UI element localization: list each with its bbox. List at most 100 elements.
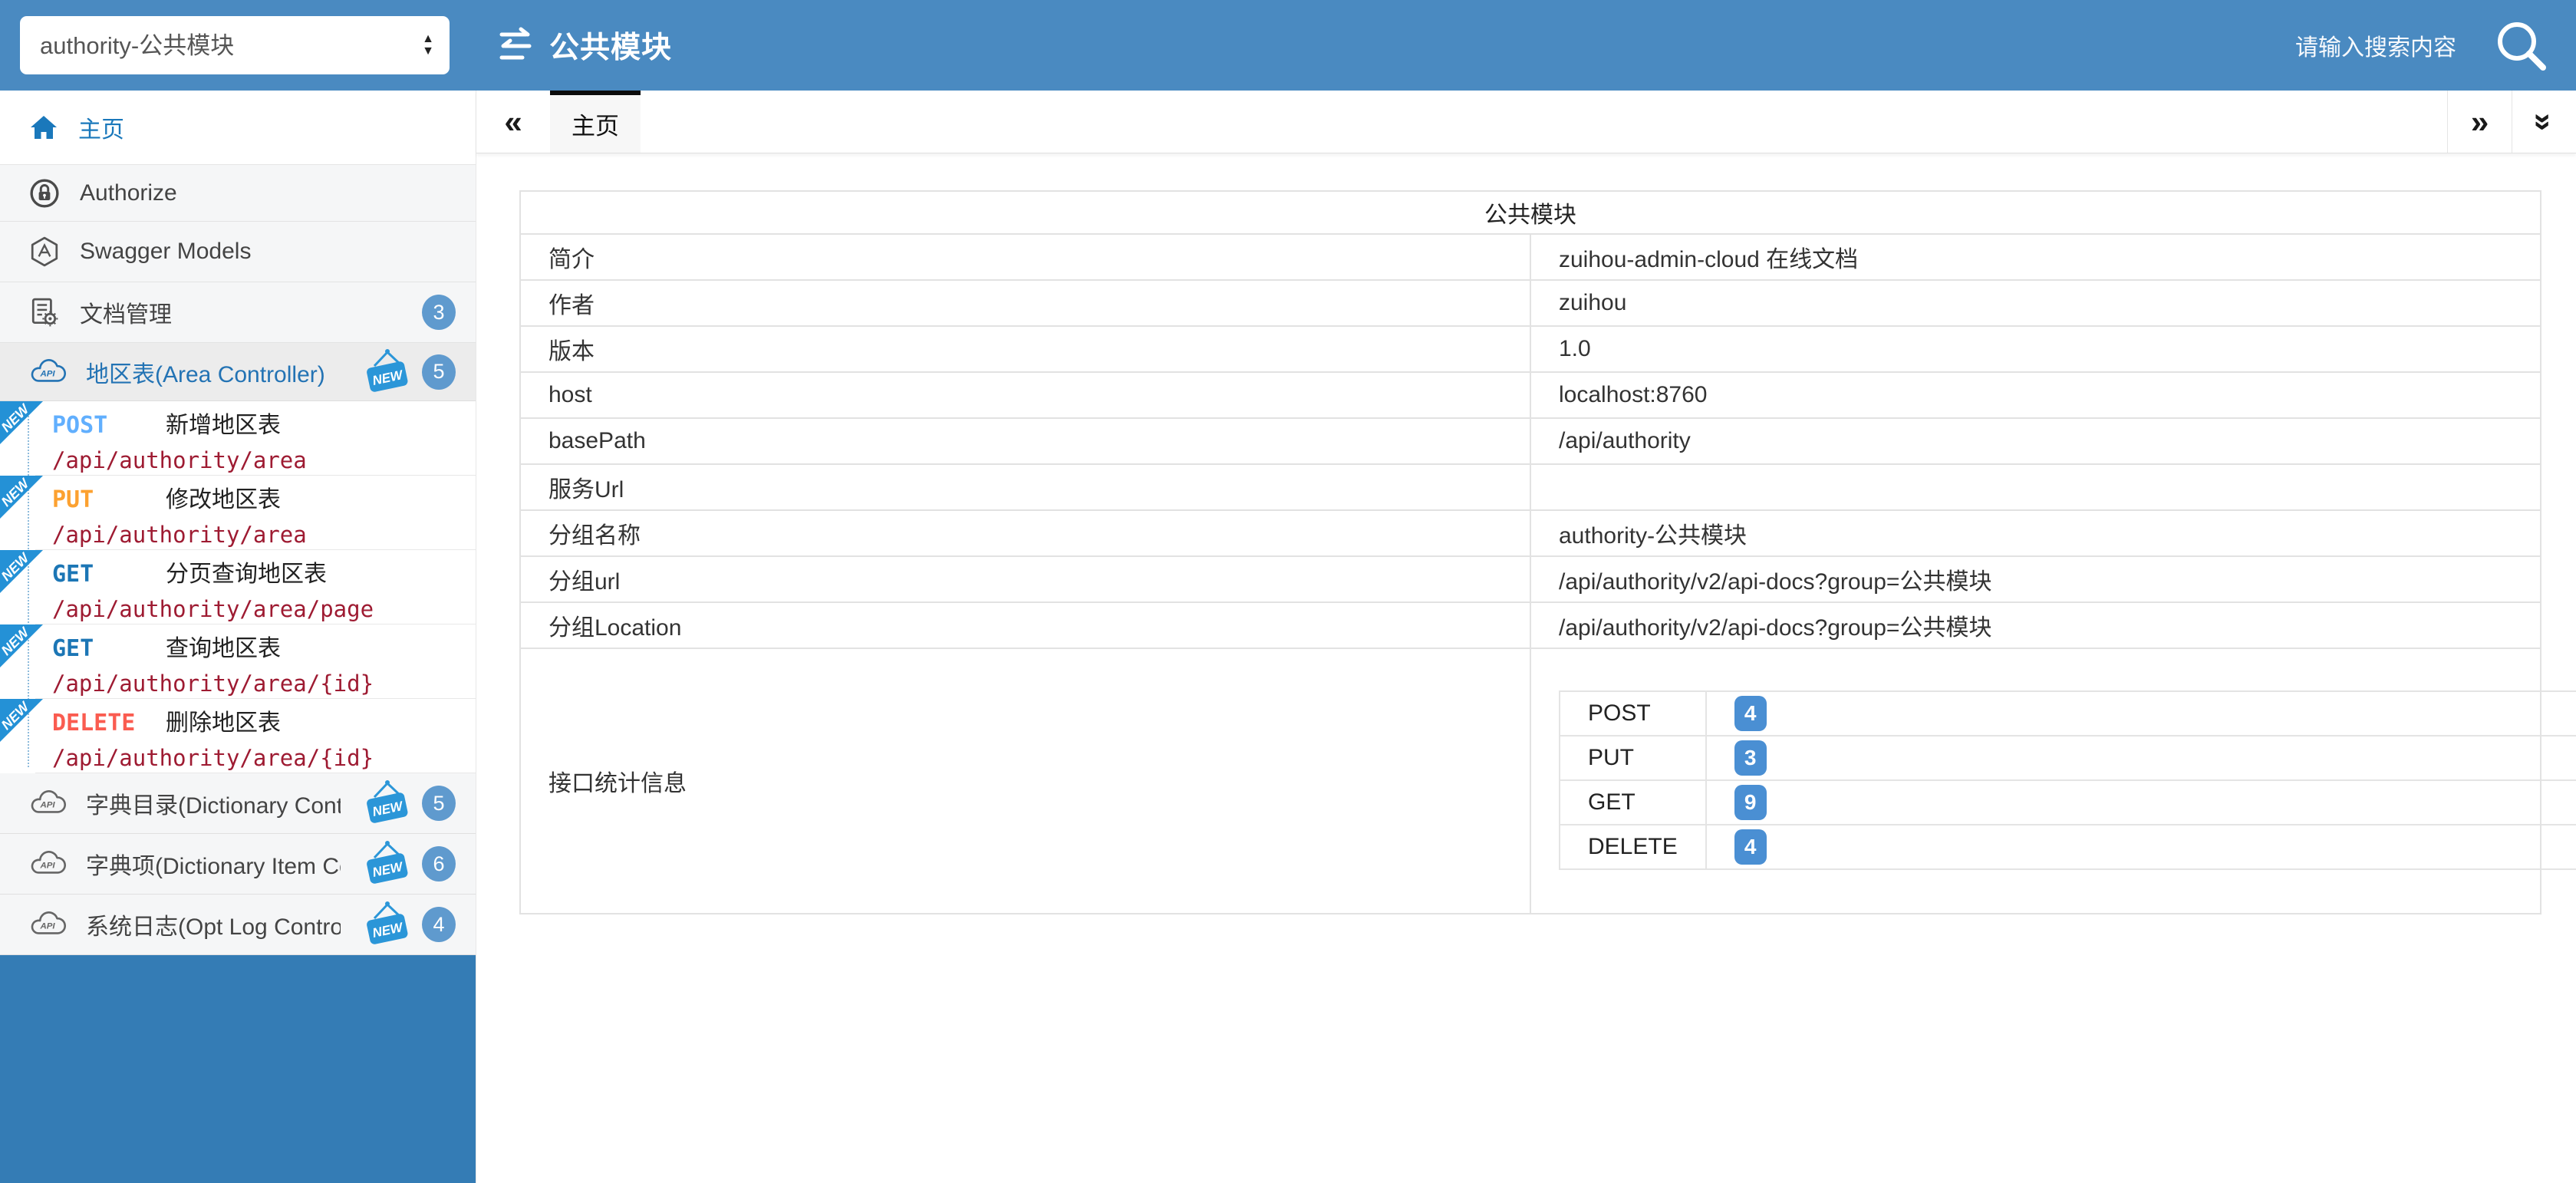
api-cloud-icon: API — [29, 358, 66, 386]
api-path: /api/authority/area/{id} — [52, 745, 468, 771]
group-select-wrap[interactable]: authority-公共模块 ▲▼ — [20, 16, 450, 74]
api-item-add-area[interactable]: NEW POST 新增地区表 /api/authority/area — [0, 401, 476, 476]
row-label: 分组名称 — [520, 510, 1530, 556]
stats-table-row: DELETE 4 — [1560, 825, 2576, 869]
sidebar-item-doc-manage[interactable]: 文档管理 3 — [0, 282, 476, 343]
row-value: zuihou — [1530, 280, 2541, 326]
stat-method: DELETE — [1560, 825, 1706, 869]
content-area: 公共模块 简介 zuihou-admin-cloud 在线文档 作者 zuiho… — [476, 153, 2576, 1183]
stat-count-badge: 4 — [1734, 829, 1767, 865]
new-ribbon: NEW — [0, 550, 43, 593]
svg-text:API: API — [39, 801, 55, 810]
sidebar-item-home[interactable]: 主页 — [0, 91, 476, 165]
api-item-page-area[interactable]: NEW GET 分页查询地区表 /api/authority/area/page — [0, 550, 476, 624]
search-icon[interactable] — [2492, 16, 2550, 74]
stat-count-badge: 9 — [1734, 785, 1767, 820]
sidebar-controller-opt-log[interactable]: API 系统日志(Opt Log Controller) NEW 4 — [0, 895, 476, 955]
api-method: DELETE — [52, 709, 160, 738]
row-label: basePath — [520, 418, 1530, 464]
tab-home[interactable]: 主页 — [550, 91, 641, 153]
row-value: /api/authority — [1530, 418, 2541, 464]
api-name: 查询地区表 — [166, 634, 281, 664]
home-icon — [29, 114, 58, 141]
controller-label: 地区表(Area Controller) — [86, 355, 325, 389]
api-name: 新增地区表 — [166, 411, 281, 440]
new-ribbon: NEW — [0, 699, 43, 742]
new-ribbon: NEW — [0, 476, 43, 519]
api-item-delete-area[interactable]: NEW DELETE 删除地区表 /api/authority/area/{id… — [0, 699, 476, 773]
api-cloud-icon: API — [29, 911, 66, 938]
api-name: 分页查询地区表 — [166, 560, 327, 589]
new-ribbon: NEW — [0, 624, 43, 667]
stats-table-row: PUT 3 — [1560, 736, 2576, 780]
new-sign-icon: NEW — [361, 348, 414, 396]
stat-method: PUT — [1560, 736, 1706, 780]
sidebar-filler — [0, 955, 476, 1183]
brand: 公共模块 — [497, 24, 672, 67]
table-row: 分组Location /api/authority/v2/api-docs?gr… — [520, 602, 2541, 648]
sidebar-item-label: 主页 — [78, 110, 124, 144]
tab-scroll-right-button[interactable]: » — [2447, 91, 2512, 153]
row-label: 简介 — [520, 234, 1530, 280]
table-row: host localhost:8760 — [520, 372, 2541, 418]
sidebar-item-label: Authorize — [80, 180, 177, 206]
api-path: /api/authority/area — [52, 447, 468, 473]
stats-table-row: GET 9 — [1560, 780, 2576, 825]
new-ribbon: NEW — [0, 401, 43, 444]
row-value — [1530, 464, 2541, 510]
stat-count-badge: 3 — [1734, 740, 1767, 776]
tab-spacer — [641, 91, 2447, 153]
table-row: basePath /api/authority — [520, 418, 2541, 464]
sidebar-item-swagger-models[interactable]: Swagger Models — [0, 222, 476, 282]
table-row: 服务Url — [520, 464, 2541, 510]
sidebar-controller-area[interactable]: API 地区表(Area Controller) NEW 5 — [0, 343, 476, 401]
svg-text:API: API — [39, 369, 55, 378]
app-title: 公共模块 — [549, 24, 672, 67]
controller-label: 字典项(Dictionary Item Controller) — [86, 847, 341, 881]
count-badge: 3 — [422, 295, 456, 330]
main-area: « 主页 » » 公共模块 简介 zuihou-admin-cloud 在线文档… — [476, 91, 2576, 1183]
stats-label: 接口统计信息 — [520, 648, 1530, 914]
models-hexagon-icon — [29, 236, 60, 267]
table-row: 作者 zuihou — [520, 280, 2541, 326]
api-cloud-icon: API — [29, 850, 66, 878]
svg-text:API: API — [39, 862, 55, 871]
header-search[interactable]: 请输入搜索内容 — [2295, 16, 2550, 74]
api-method: GET — [52, 634, 160, 664]
sidebar-item-label: 文档管理 — [80, 295, 172, 329]
api-method: POST — [52, 411, 160, 440]
new-sign-icon: NEW — [361, 779, 414, 827]
group-select[interactable]: authority-公共模块 — [20, 16, 450, 74]
chevron-down-icon: » — [2525, 113, 2562, 130]
tab-scroll-left-button[interactable]: « — [476, 91, 550, 153]
row-label: host — [520, 372, 1530, 418]
new-sign-icon: NEW — [361, 901, 414, 948]
api-item-update-area[interactable]: NEW PUT 修改地区表 /api/authority/area — [0, 476, 476, 550]
tab-collapse-button[interactable]: » — [2512, 91, 2576, 153]
sidebar-controller-dictionary[interactable]: API 字典目录(Dictionary Controller) NEW 5 — [0, 773, 476, 834]
stat-count-badge: 4 — [1734, 696, 1767, 731]
controller-label: 系统日志(Opt Log Controller) — [86, 908, 341, 941]
count-badge: 5 — [422, 354, 456, 390]
row-label: 作者 — [520, 280, 1530, 326]
module-info-table: 公共模块 简介 zuihou-admin-cloud 在线文档 作者 zuiho… — [519, 190, 2541, 914]
row-value: /api/authority/v2/api-docs?group=公共模块 — [1530, 556, 2541, 602]
api-method: PUT — [52, 486, 160, 515]
app-logo-icon — [497, 27, 534, 64]
sidebar-item-label: Swagger Models — [80, 239, 251, 265]
sidebar-item-authorize[interactable]: Authorize — [0, 165, 476, 222]
search-placeholder[interactable]: 请输入搜索内容 — [2295, 28, 2456, 62]
count-badge: 6 — [422, 846, 456, 881]
app-header: authority-公共模块 ▲▼ 公共模块 请输入搜索内容 — [0, 0, 2576, 91]
api-item-get-area[interactable]: NEW GET 查询地区表 /api/authority/area/{id} — [0, 624, 476, 699]
stats-table-row: POST 4 — [1560, 691, 2576, 736]
table-row: 分组url /api/authority/v2/api-docs?group=公… — [520, 556, 2541, 602]
row-label: 版本 — [520, 326, 1530, 372]
sidebar-controller-dictionary-item[interactable]: API 字典项(Dictionary Item Controller) NEW … — [0, 834, 476, 895]
api-stats-table: POST 4 PUT 3 GET 9 — [1559, 690, 2576, 870]
api-path: /api/authority/area — [52, 522, 468, 548]
sidebar: 主页 Authorize Swagger Models — [0, 91, 476, 1183]
row-value: zuihou-admin-cloud 在线文档 — [1530, 234, 2541, 280]
table-row: 简介 zuihou-admin-cloud 在线文档 — [520, 234, 2541, 280]
api-method: GET — [52, 560, 160, 589]
